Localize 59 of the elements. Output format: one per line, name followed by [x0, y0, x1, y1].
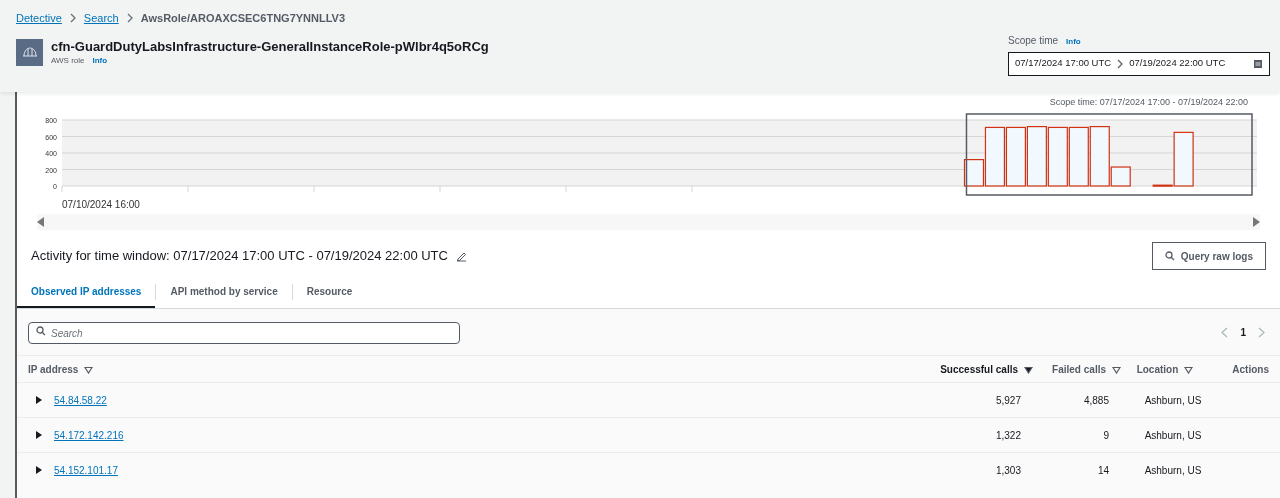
- x-axis-start-label: 07/10/2024 16:00: [62, 199, 140, 210]
- table-cell-text: Ashburn, US: [1143, 463, 1203, 478]
- column-header[interactable]: Successful calls: [913, 361, 1033, 377]
- table-cell-text: Ashburn, US: [1143, 393, 1203, 408]
- table-cell-text: 9: [1102, 428, 1110, 443]
- tab[interactable]: Resource: [292, 276, 367, 308]
- info-link[interactable]: Info: [92, 54, 108, 67]
- scope-time-field[interactable]: 07/17/2024 17:00 UTC 07/19/2024 22:00 UTC: [1008, 51, 1270, 76]
- ip-address-link[interactable]: 54.84.58.22: [54, 392, 107, 408]
- sort-icon[interactable]: [1184, 365, 1194, 374]
- bar: [1005, 126, 1026, 187]
- table-cell-text: 4,885: [1082, 393, 1110, 408]
- column-header: Actions: [1231, 362, 1269, 377]
- expand-row-icon[interactable]: [36, 466, 42, 474]
- expand-row-icon[interactable]: [36, 431, 42, 439]
- breadcrumb-current: AwsRole/AROAXCSEC6TNG7YNNLLV3: [140, 11, 346, 26]
- scope-selection-frame[interactable]: [965, 113, 1253, 196]
- sort-icon[interactable]: [1112, 365, 1121, 374]
- column-header[interactable]: Location: [1121, 361, 1209, 377]
- chevron-right-icon: [1117, 58, 1124, 69]
- scope-end-time: 07/19/2024 22:00 UTC: [1129, 56, 1226, 71]
- calendar-icon[interactable]: [1253, 58, 1263, 69]
- scope-time-annotation: Scope time: 07/17/2024 17:00 - 07/19/2024 22:00: [1049, 96, 1248, 109]
- expand-row-icon[interactable]: [36, 396, 42, 404]
- ip-address-link[interactable]: 54.172.142.216: [54, 427, 124, 443]
- activity-heading: Activity for time window: 07/17/2024 17:00 UTC - 07/19/2024 22:00 UTC: [31, 247, 448, 266]
- chevron-right-icon: [126, 13, 133, 24]
- column-header[interactable]: IP address: [28, 361, 913, 377]
- table-cell-text: 1,322: [994, 428, 1022, 443]
- sort-icon[interactable]: [1024, 365, 1033, 374]
- scroll-right-icon[interactable]: [1252, 217, 1260, 227]
- table-cell-text: Ashburn, US: [1143, 428, 1203, 443]
- entity-type: AWS role: [51, 54, 85, 67]
- ip-address-link[interactable]: 54.152.101.17: [54, 462, 118, 478]
- page-number[interactable]: 1: [1240, 324, 1246, 340]
- breadcrumb-link[interactable]: Detective: [16, 10, 62, 27]
- breadcrumb-link[interactable]: Search: [83, 10, 119, 27]
- query-raw-logs-button[interactable]: Query raw logs: [1151, 242, 1266, 270]
- entity-title: cfn-GuardDutyLabsInfrastructure-GeneralInstanceRole-pWlbr4q5oRCg: [51, 38, 489, 55]
- table-cell-text: 1,303: [994, 463, 1022, 478]
- search-icon: [1164, 251, 1175, 261]
- chevron-right-icon: [69, 13, 76, 24]
- tab[interactable]: API method by service: [156, 276, 292, 308]
- scope-time-label: Scope time: [1008, 33, 1059, 48]
- column-header[interactable]: Failed calls: [1033, 361, 1121, 377]
- search-icon: [36, 325, 46, 336]
- role-helmet-icon: [16, 38, 43, 66]
- bar: [1047, 126, 1068, 187]
- bar: [1026, 126, 1047, 187]
- sort-icon[interactable]: [84, 365, 94, 374]
- scroll-left-icon[interactable]: [37, 217, 45, 227]
- bar: [1068, 126, 1089, 187]
- edit-pencil-icon[interactable]: [455, 250, 467, 262]
- table-cell-text: 5,927: [994, 393, 1022, 408]
- search-field[interactable]: Search: [28, 322, 460, 345]
- info-link[interactable]: Info: [1066, 35, 1081, 48]
- chart-scrollbar[interactable]: [37, 214, 1260, 230]
- scope-start-time: 07/17/2024 17:00 UTC: [1015, 56, 1112, 71]
- table-cell-text: 14: [1096, 463, 1110, 478]
